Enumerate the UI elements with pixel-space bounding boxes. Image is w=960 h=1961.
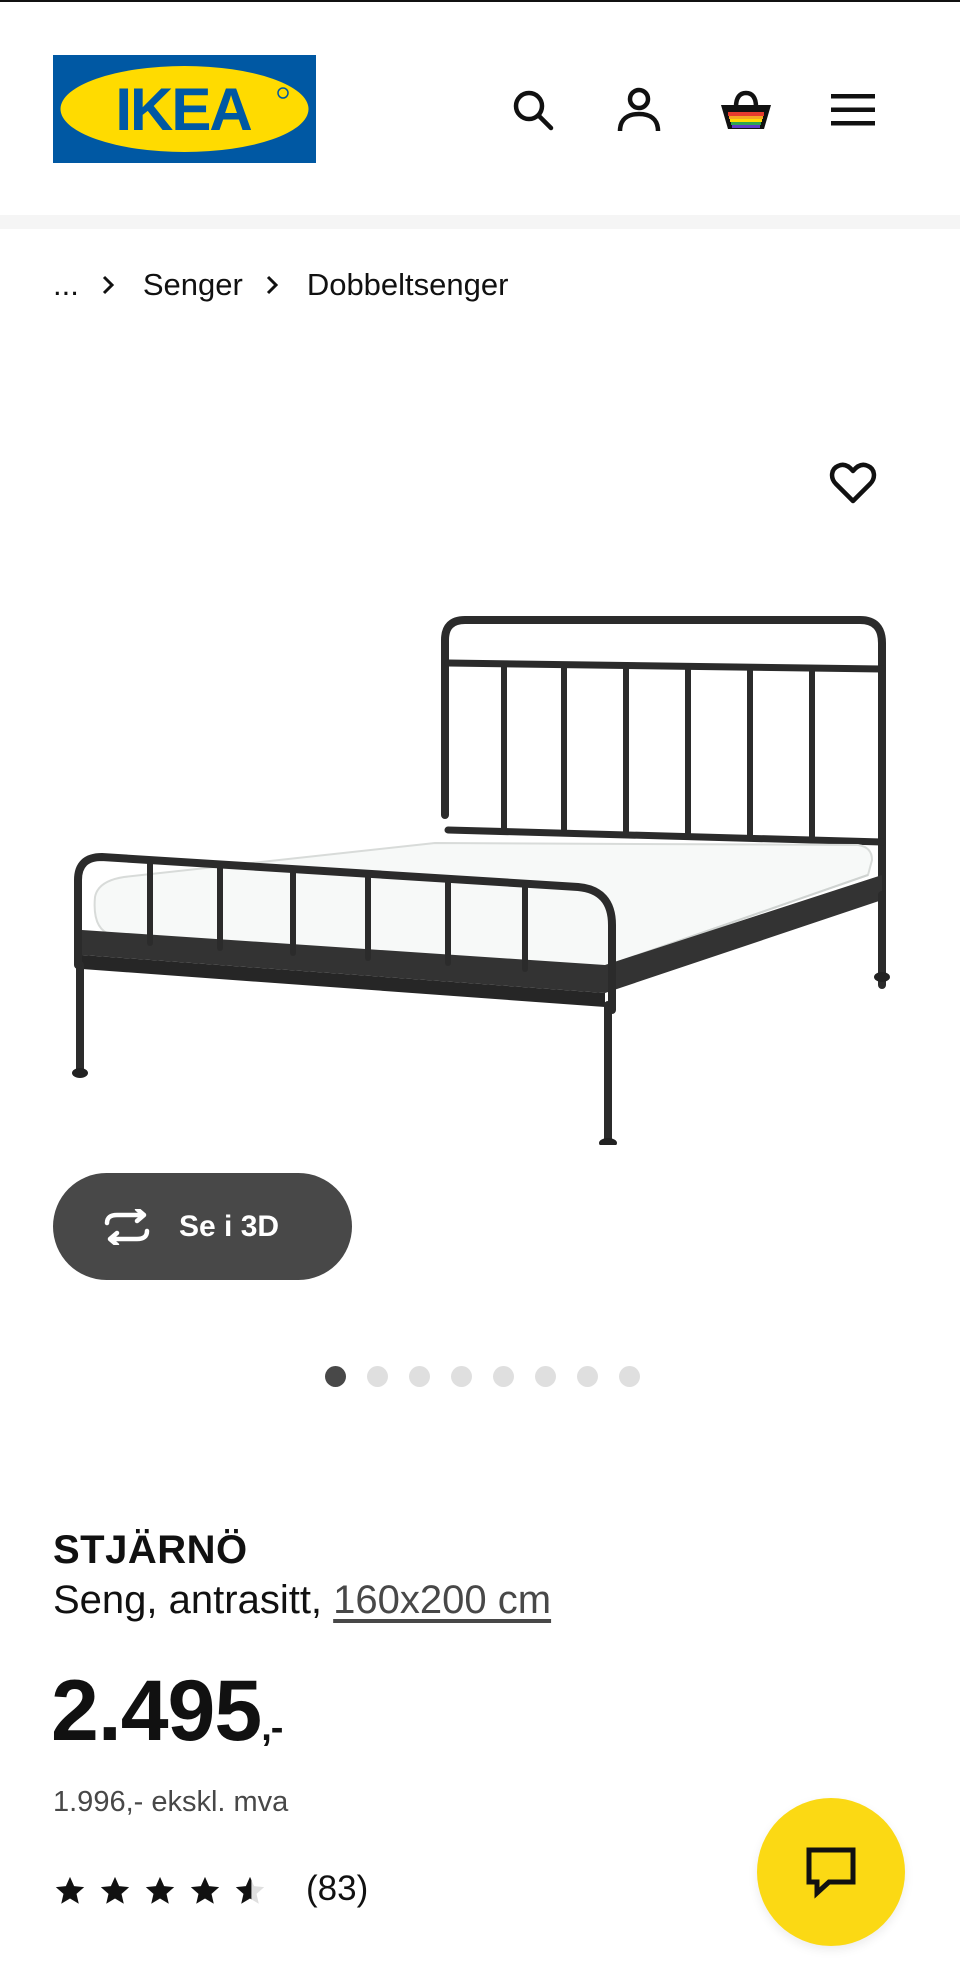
rating-stars[interactable] — [53, 1869, 267, 1913]
header-divider — [0, 215, 960, 229]
gallery-dot[interactable] — [366, 1366, 388, 1387]
chevron-right-icon — [265, 274, 285, 296]
gallery-dot[interactable] — [324, 1366, 346, 1387]
basket-icon[interactable] — [718, 82, 774, 138]
star-icon — [190, 1876, 220, 1904]
price-integer: 2.495 — [51, 1663, 262, 1759]
chat-button[interactable] — [757, 1798, 905, 1946]
gallery-pagination — [0, 1366, 960, 1390]
product-gallery[interactable] — [0, 380, 960, 1200]
product-price: 2.495,- — [51, 1668, 283, 1754]
product-description: Seng, antrasitt, 160x200 cm — [53, 1578, 551, 1623]
breadcrumb-item-dobbeltsenger[interactable]: Dobbeltsenger — [307, 267, 509, 303]
product-description-text: Seng, antrasitt, — [53, 1578, 334, 1622]
view-3d-label: Se i 3D — [179, 1209, 280, 1243]
view-3d-button[interactable]: Se i 3D — [53, 1173, 352, 1280]
chat-icon — [806, 1847, 856, 1899]
heart-icon[interactable] — [822, 452, 884, 514]
breadcrumb-ellipsis[interactable]: ... — [53, 267, 79, 303]
price-suffix: ,- — [261, 1707, 283, 1749]
star-icon — [100, 1876, 130, 1904]
account-icon[interactable] — [611, 82, 667, 138]
gallery-dot[interactable] — [576, 1366, 598, 1387]
star-half-icon — [235, 1876, 265, 1904]
site-header: IKEA — [0, 2, 960, 214]
size-link[interactable]: 160x200 cm — [333, 1578, 551, 1622]
product-image — [72, 616, 890, 1145]
breadcrumb-item-senger[interactable]: Senger — [143, 267, 243, 303]
breadcrumb: ... Senger Dobbeltsenger — [53, 265, 508, 305]
gallery-dot[interactable] — [450, 1366, 472, 1387]
review-count[interactable]: (83) — [306, 1869, 368, 1909]
ikea-logo[interactable]: IKEA — [53, 55, 316, 163]
gallery-dot[interactable] — [408, 1366, 430, 1387]
price-ex-vat: 1.996,- ekskl. mva — [53, 1786, 289, 1818]
product-name: STJÄRNÖ — [53, 1528, 248, 1572]
gallery-dot[interactable] — [534, 1366, 556, 1387]
star-icon — [145, 1876, 175, 1904]
menu-icon[interactable] — [825, 82, 881, 138]
gallery-dot[interactable] — [492, 1366, 514, 1387]
rotate-3d-icon — [104, 1208, 150, 1245]
chevron-right-icon — [101, 274, 121, 296]
star-icon — [55, 1876, 85, 1904]
search-icon[interactable] — [505, 82, 561, 138]
svg-text:IKEA: IKEA — [115, 76, 251, 143]
gallery-dot[interactable] — [618, 1366, 640, 1387]
